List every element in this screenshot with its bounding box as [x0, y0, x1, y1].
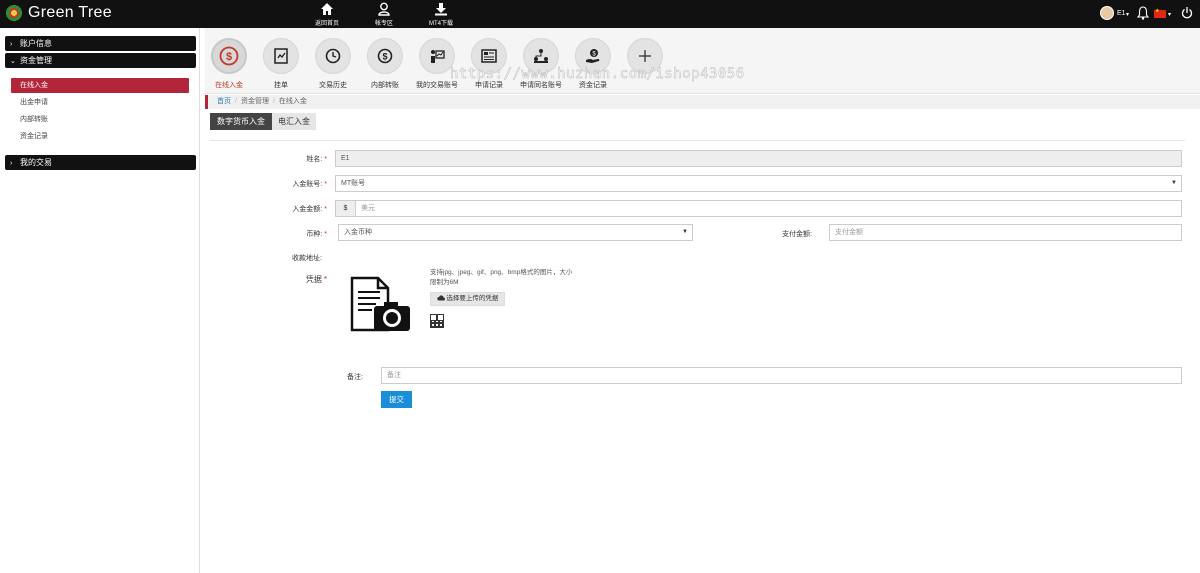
cloud-upload-icon [436, 295, 445, 301]
brand-logo [4, 3, 24, 23]
user-icon [378, 2, 390, 16]
language-flag-icon[interactable] [1154, 8, 1166, 18]
qr-code-icon [430, 314, 444, 328]
nav-home[interactable]: 返回首页 [302, 2, 352, 27]
history-icon [325, 48, 341, 64]
sidebar-item-online-deposit[interactable]: 在线入金 [11, 78, 189, 93]
nav-home-label: 返回首页 [314, 21, 339, 27]
chevron-down-icon: ⌄ [10, 58, 16, 65]
quick-online-deposit[interactable]: $ 在线入金 [203, 38, 255, 90]
order-icon [274, 48, 288, 64]
breadcrumb: 首页 / 资金管理 / 在线入金 [205, 95, 1200, 109]
home-icon [321, 3, 333, 15]
currency-label: 币种: * [306, 231, 327, 238]
dollar-addon: $ [336, 201, 356, 216]
breadcrumb-current: 在线入金 [278, 98, 307, 105]
avatar[interactable] [1100, 6, 1114, 20]
quick-fund-records[interactable]: $ 资金记录 [567, 38, 619, 90]
caret-down-icon: ▼ [1171, 180, 1177, 186]
chevron-down-icon: ▾ [1126, 12, 1130, 18]
main-content: $ 在线入金 挂单 交易历史 $ 内部转账 我的交易账号 申请记录 申请同名账号 [205, 28, 1200, 573]
chevron-right-icon: › [10, 160, 13, 167]
sidebar-item-fund-records[interactable]: 资金记录 [11, 129, 189, 144]
fund-icon: $ [586, 49, 600, 63]
voucher-label: 凭据 * [305, 275, 327, 284]
nav-mt4-label: MT4下载 [428, 21, 453, 27]
quick-application-records[interactable]: 申请记录 [463, 38, 515, 90]
tab-crypto-deposit[interactable]: 数字货币入金 [210, 113, 272, 130]
address-label: 收款地址: [292, 255, 322, 262]
upload-hint: 支持jpg、jpeg、gif、png、bmp格式的图片，大小限制为6M [430, 269, 573, 286]
nav-account[interactable]: 帐专区 [359, 2, 409, 27]
name-label: 姓名: * [306, 156, 327, 163]
name-field: E1 [335, 150, 1182, 167]
download-icon [435, 3, 447, 16]
svg-text:$: $ [382, 52, 387, 62]
divider [210, 140, 1185, 141]
caret-down-icon: ▼ [682, 229, 688, 235]
user-area: E1 ▾ ▾ [1090, 0, 1200, 28]
sidebar-section-fund-management[interactable]: ⌄ 资金管理 [5, 53, 196, 68]
breadcrumb-home[interactable]: 首页 [217, 98, 231, 105]
remark-label: 备注: [347, 374, 363, 381]
nav-mt4-download[interactable]: MT4下载 [416, 2, 466, 27]
chevron-down-icon: ▾ [1168, 12, 1172, 18]
submit-button[interactable]: 提交 [381, 391, 412, 408]
account-select[interactable]: MT账号 ▼ [335, 175, 1182, 192]
document-camera-icon [350, 276, 410, 332]
same-name-icon [534, 49, 548, 63]
brand-name: Green Tree [28, 4, 112, 21]
quick-my-trading-accounts[interactable]: 我的交易账号 [411, 38, 463, 90]
user-name[interactable]: E1 [1117, 10, 1126, 17]
account-icon [431, 50, 445, 63]
sidebar-item-withdraw[interactable]: 出金申请 [11, 95, 189, 110]
account-label: 入金账号: * [292, 181, 327, 188]
upload-voucher-button[interactable]: 选择要上传的凭据 [430, 292, 505, 306]
bell-icon[interactable] [1137, 6, 1149, 20]
nav-account-label: 帐专区 [374, 21, 393, 27]
plus-icon [639, 50, 651, 62]
tab-wire-deposit[interactable]: 电汇入金 [272, 113, 316, 130]
sidebar-section-my-trades[interactable]: › 我的交易 [5, 155, 196, 170]
remark-input[interactable]: 备注 [381, 367, 1182, 384]
watermark: https://www.huzhan.com/ishop43056 [450, 66, 745, 83]
pay-amount-input[interactable]: 支付金额 [829, 224, 1182, 241]
svg-text:$: $ [226, 51, 232, 63]
sidebar-item-internal-transfer[interactable]: 内部转账 [11, 112, 189, 127]
top-bar: Green Tree 返回首页 帐专区 MT4下载 E1 ▾ ▾ [0, 0, 1200, 28]
record-icon [481, 49, 497, 63]
quick-trade-history[interactable]: 交易历史 [307, 38, 359, 90]
amount-label: 入金金额: * [292, 206, 327, 213]
transfer-icon: $ [377, 48, 393, 64]
sidebar: › 账户信息 ⌄ 资金管理 在线入金 出金申请 内部转账 资金记录 › 我的交易 [0, 28, 200, 573]
chevron-right-icon: › [10, 41, 13, 48]
sidebar-section-account-info[interactable]: › 账户信息 [5, 36, 196, 51]
quick-internal-transfer[interactable]: $ 内部转账 [359, 38, 411, 90]
amount-input[interactable]: $ 美元 [335, 200, 1182, 217]
deposit-icon: $ [219, 46, 239, 66]
pay-amount-label: 支付金额: [782, 231, 812, 238]
power-icon[interactable] [1181, 6, 1193, 20]
breadcrumb-fund-management[interactable]: 资金管理 [241, 98, 269, 105]
quick-order[interactable]: 挂单 [255, 38, 307, 90]
quick-icon-bar: $ 在线入金 挂单 交易历史 $ 内部转账 我的交易账号 申请记录 申请同名账号 [205, 28, 1200, 94]
quick-same-name-account[interactable]: 申请同名账号 [515, 38, 567, 90]
currency-select[interactable]: 入金币种 ▼ [338, 224, 693, 241]
